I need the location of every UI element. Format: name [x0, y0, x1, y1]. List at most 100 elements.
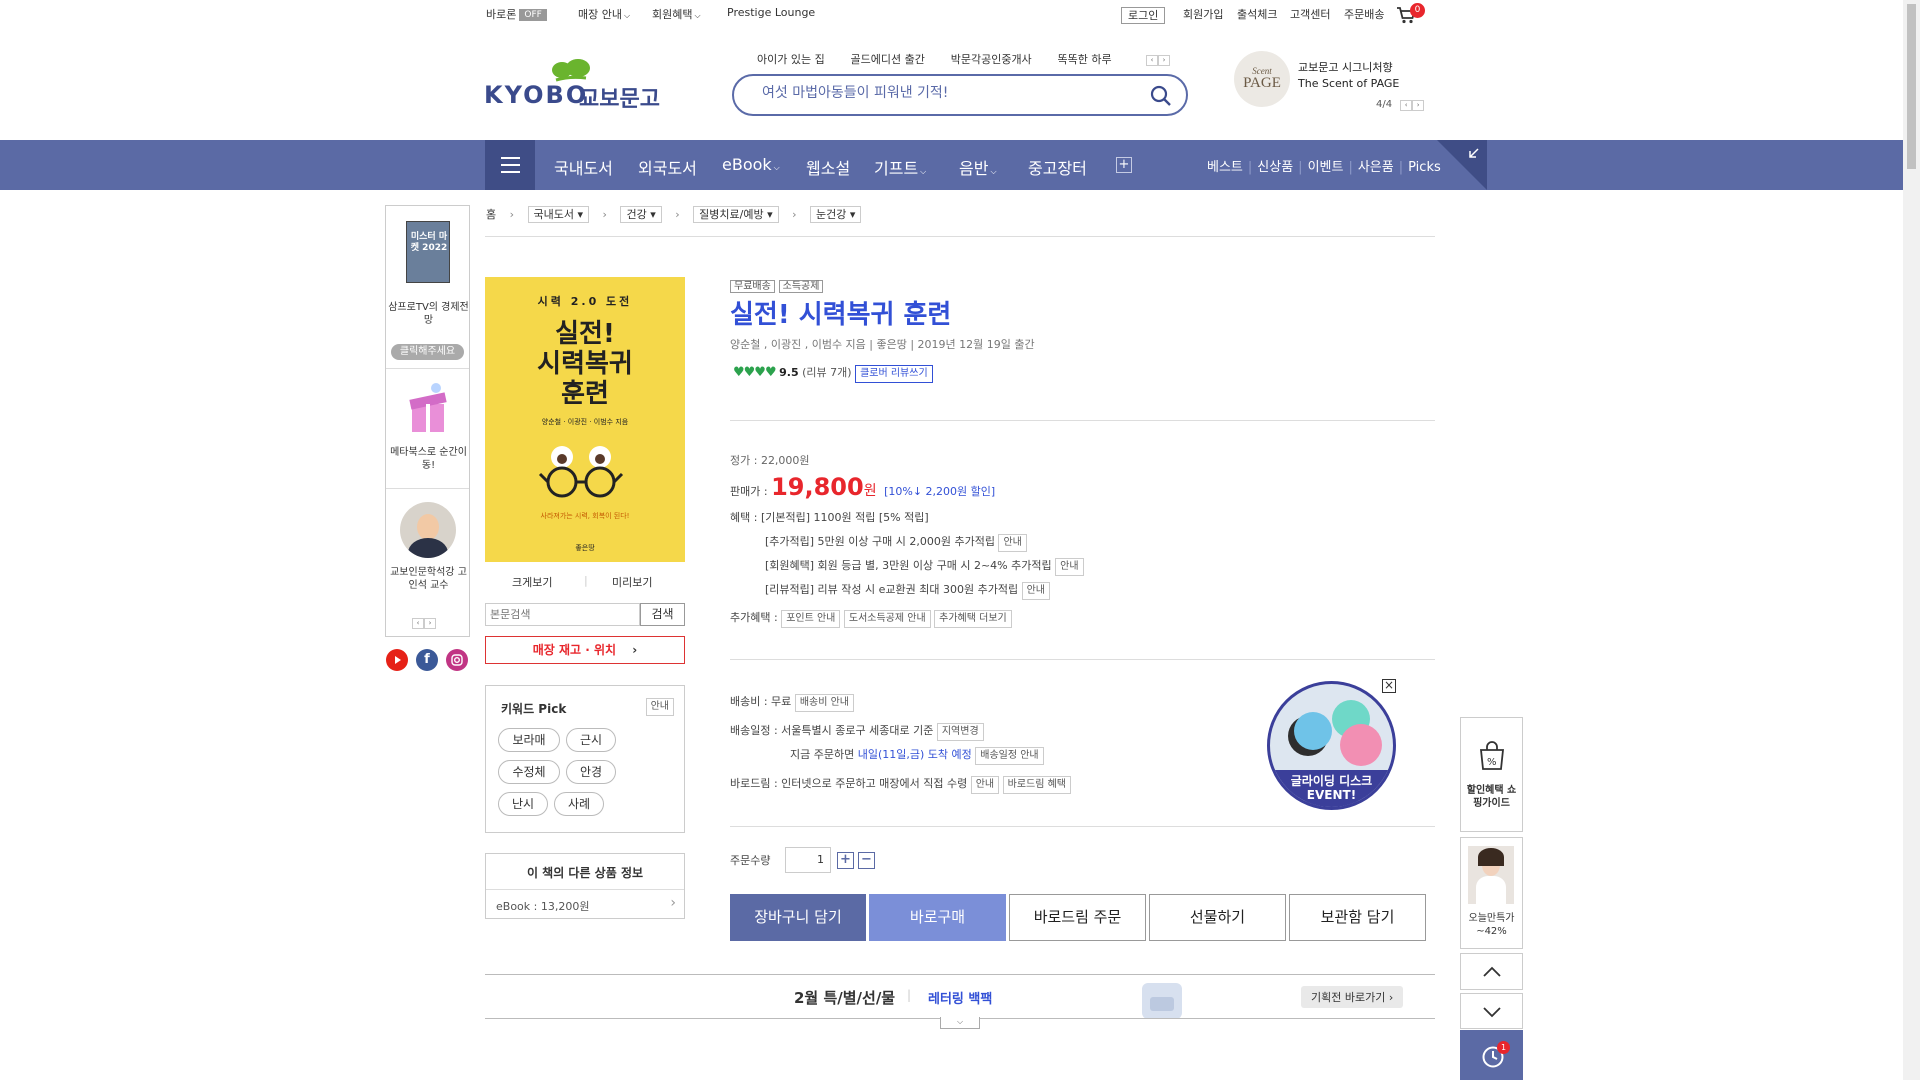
- scrollbar-thumb[interactable]: [1907, 4, 1916, 169]
- exhibition-link-button[interactable]: 기획전 바로가기 ›: [1301, 986, 1404, 1008]
- topic-link[interactable]: 골드에디션 출간: [851, 53, 925, 66]
- info-button[interactable]: 안내: [1021, 582, 1051, 600]
- store-info-menu[interactable]: 매장 안내 ⌵: [578, 6, 630, 22]
- gnb-new[interactable]: 신상품: [1257, 160, 1293, 175]
- topic-link[interactable]: 똑똑한 하루: [1058, 53, 1112, 66]
- inner-search-button[interactable]: 검색: [640, 603, 685, 626]
- info-button[interactable]: 안내: [1055, 558, 1084, 576]
- topic-link[interactable]: 아이가 있는 집: [757, 53, 825, 66]
- book-cover[interactable]: 시력 2.0 도전 실전! 시력복귀 훈련 양순철 · 이광진 · 이범수 지음…: [485, 277, 685, 562]
- barodream-info-button[interactable]: 안내: [970, 776, 1000, 794]
- cart-button[interactable]: 0: [1396, 3, 1426, 26]
- gliding-disc-event-banner[interactable]: 글라이딩 디스크 EVENT!: [1267, 681, 1396, 810]
- promo-text[interactable]: 교보문고 시그니처향 The Scent of PAGE: [1298, 60, 1399, 92]
- breadcrumb-item[interactable]: 건강 ▾: [620, 206, 662, 223]
- tax-deduction-info-button[interactable]: 도서소득공제 안내: [843, 610, 931, 628]
- barodream-toggle[interactable]: 바로론 OFF: [486, 6, 547, 22]
- buy-now-button[interactable]: 바로구매: [869, 894, 1006, 941]
- prev-arrow-icon[interactable]: ‹: [1146, 55, 1158, 66]
- scent-of-page-logo[interactable]: Scent PAGE: [1234, 51, 1290, 107]
- economy-book-thumbnail[interactable]: 미스터 마켓 2022: [406, 221, 450, 283]
- store-stock-button[interactable]: 매장 재고 · 위치 ›: [485, 636, 685, 664]
- keyword-chip[interactable]: 사례: [554, 792, 604, 816]
- gift-button[interactable]: 선물하기: [1149, 894, 1286, 941]
- all-menu-button[interactable]: [485, 140, 535, 190]
- prev-arrow-icon[interactable]: ‹: [1400, 100, 1413, 111]
- book-meta[interactable]: 양순철 , 이광진 , 이범수 지음 | 좋은땅 | 2019년 12월 19일…: [730, 336, 1035, 352]
- breadcrumb-home[interactable]: 홈: [486, 208, 496, 221]
- chevron-down-icon[interactable]: ⌵: [940, 1017, 980, 1029]
- schedule-info-button[interactable]: 배송일정 안내: [975, 747, 1044, 765]
- gnb-music[interactable]: 음반 ⌵: [959, 155, 997, 179]
- close-icon[interactable]: ×: [1382, 679, 1396, 693]
- shopping-guide-button[interactable]: % 할인혜택 쇼핑가이드: [1460, 717, 1523, 832]
- inner-search-input[interactable]: [485, 603, 640, 626]
- gnb-gift[interactable]: 기프트 ⌵: [874, 155, 926, 179]
- next-arrow-icon[interactable]: ›: [424, 618, 436, 629]
- banner-economy-text[interactable]: 삼프로TV의 경제전망: [386, 301, 471, 327]
- membership-menu[interactable]: 회원혜택 ⌵: [652, 6, 701, 22]
- point-info-button[interactable]: 포인트 안내: [781, 610, 841, 628]
- ebook-price-link[interactable]: eBook : 13,200원: [496, 898, 589, 914]
- shipping-fee-info-button[interactable]: 배송비 안내: [794, 694, 854, 712]
- order-delivery-link[interactable]: 주문배송: [1344, 6, 1384, 22]
- lettering-backpack-link[interactable]: 레터링 백팩: [928, 988, 992, 1007]
- info-button[interactable]: 안내: [998, 534, 1027, 552]
- scroll-bottom-button[interactable]: [1460, 993, 1523, 1029]
- breadcrumb-item[interactable]: 눈건강 ▾: [810, 206, 862, 223]
- quantity-input[interactable]: 1: [785, 847, 831, 873]
- barodream-off-badge[interactable]: OFF: [519, 9, 547, 21]
- breadcrumb-item[interactable]: 질병치료/예방 ▾: [693, 206, 779, 223]
- facebook-icon[interactable]: f: [416, 649, 438, 671]
- gnb-domestic-books[interactable]: 국내도서: [554, 155, 613, 179]
- gnb-ebook[interactable]: eBook ⌵: [722, 155, 780, 174]
- barodream-benefit-button[interactable]: 바로드림 혜택: [1002, 776, 1072, 794]
- change-region-button[interactable]: 지역변경: [936, 723, 984, 741]
- gnb-picks[interactable]: Picks: [1408, 160, 1441, 175]
- attendance-link[interactable]: 출석체크: [1237, 6, 1277, 22]
- zoom-button[interactable]: 크게보기: [512, 574, 552, 590]
- keyword-info-button[interactable]: 안내: [645, 698, 674, 716]
- page-scrollbar[interactable]: [1903, 0, 1920, 1080]
- keyword-chip[interactable]: 보라매: [498, 728, 560, 752]
- keyword-chip[interactable]: 근시: [566, 728, 616, 752]
- join-link[interactable]: 회원가입: [1183, 6, 1223, 22]
- gnb-best[interactable]: 베스트: [1207, 160, 1243, 175]
- search-icon[interactable]: [1150, 85, 1172, 107]
- minus-icon[interactable]: −: [858, 852, 875, 869]
- search-input[interactable]: [762, 85, 1142, 101]
- gnb-event[interactable]: 이벤트: [1308, 160, 1344, 175]
- gnb-used-market[interactable]: 중고장터: [1028, 155, 1087, 179]
- today-deal-button[interactable]: 오늘만특가 ~42%: [1460, 837, 1523, 949]
- breadcrumb-item[interactable]: 국내도서 ▾: [527, 206, 590, 223]
- review-count[interactable]: (리뷰 7개): [802, 366, 851, 379]
- more-benefit-button[interactable]: 추가혜택 더보기: [934, 610, 1012, 628]
- next-arrow-icon[interactable]: ›: [1412, 100, 1425, 111]
- banner-click-button[interactable]: 클릭해주세요: [391, 344, 464, 360]
- instagram-icon[interactable]: [446, 649, 468, 671]
- support-link[interactable]: 고객센터: [1290, 6, 1330, 22]
- banner-lecture-text[interactable]: 교보인문학석강 고인석 교수: [386, 566, 471, 592]
- keyword-chip[interactable]: 안경: [566, 760, 616, 784]
- kyobo-logo[interactable]: KYOBO 교보문고: [484, 56, 664, 112]
- scroll-top-button[interactable]: [1460, 953, 1523, 990]
- login-button[interactable]: 로그인: [1121, 7, 1166, 24]
- gnb-more-plus-icon[interactable]: +: [1116, 157, 1132, 173]
- prestige-lounge-link[interactable]: Prestige Lounge: [727, 6, 815, 19]
- next-arrow-icon[interactable]: ›: [1158, 55, 1170, 66]
- gnb-gifts[interactable]: 사은품: [1358, 160, 1394, 175]
- keyword-chip[interactable]: 수정체: [498, 760, 560, 784]
- topic-link[interactable]: 박문각공인중개사: [951, 53, 1032, 66]
- prev-arrow-icon[interactable]: ‹: [412, 618, 424, 629]
- gnb-web-novel[interactable]: 웹소설: [806, 155, 850, 179]
- recent-view-button[interactable]: 1: [1460, 1030, 1523, 1080]
- preview-button[interactable]: 미리보기: [612, 574, 652, 590]
- banner-metabooks-text[interactable]: 메타북스로 순간이동!: [386, 446, 471, 472]
- add-to-cart-button[interactable]: 장바구니 담기: [730, 894, 866, 941]
- keyword-chip[interactable]: 난시: [498, 792, 548, 816]
- barodream-order-button[interactable]: 바로드림 주문: [1009, 894, 1146, 941]
- plus-icon[interactable]: +: [837, 852, 854, 869]
- add-to-wishlist-button[interactable]: 보관함 담기: [1289, 894, 1426, 941]
- feb-special-title[interactable]: 2월 특/별/선/물: [794, 987, 895, 1008]
- lecturer-avatar[interactable]: [400, 502, 456, 558]
